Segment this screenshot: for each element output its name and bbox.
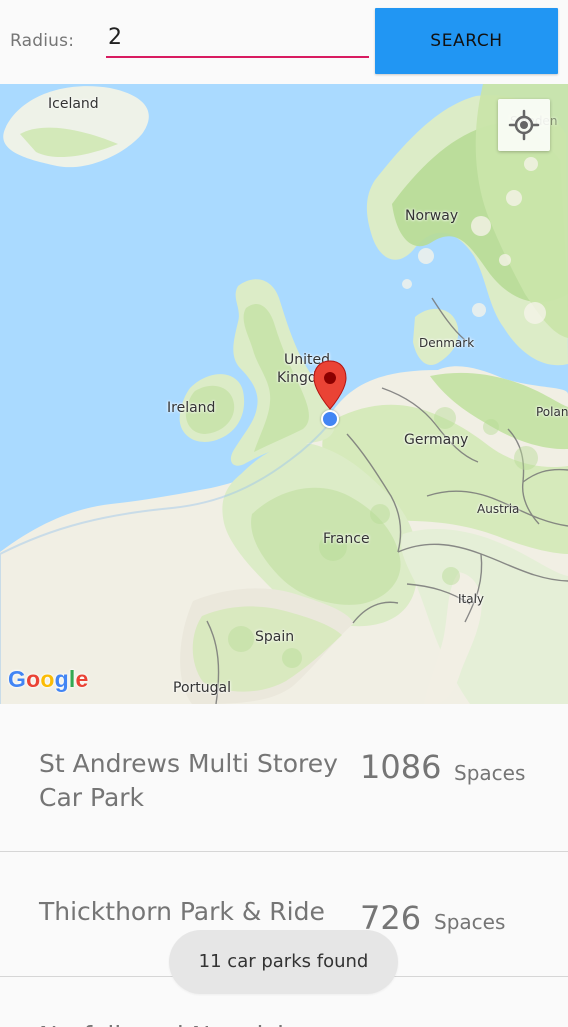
map-label-germany: Germany — [404, 432, 469, 448]
car-park-name: Thickthorn Park & Ride — [39, 897, 325, 926]
my-location-icon — [508, 109, 540, 141]
car-park-name: St Andrews Multi Storey Car Park — [39, 749, 338, 812]
radius-input[interactable] — [106, 18, 369, 58]
google-logo-letter-e: e — [75, 666, 89, 692]
car-park-space-count: 1086 — [360, 748, 442, 786]
search-bar: Radius: SEARCH — [0, 0, 568, 84]
map-tiles — [0, 84, 568, 704]
map-label-austria: Austria — [477, 502, 520, 516]
car-park-spaces-label: Spaces — [454, 761, 526, 785]
map-label-norway: Norway — [405, 208, 459, 224]
map-label-portugal: Portugal — [173, 680, 231, 696]
radius-label: Radius: — [10, 31, 75, 51]
current-location-dot — [321, 410, 339, 428]
google-logo-letter-o: o — [40, 666, 55, 692]
results-count-toast: 11 car parks found — [169, 930, 398, 994]
map-label-spain: Spain — [255, 629, 295, 645]
map-label-italy: Italy — [458, 592, 485, 606]
google-logo-letter-g: g — [54, 666, 69, 692]
google-logo: Google — [8, 666, 88, 693]
map-label-denmark: Denmark — [419, 336, 475, 350]
map-pin-icon[interactable] — [312, 359, 348, 411]
my-location-button[interactable] — [498, 99, 550, 151]
map-label-ireland: Ireland — [167, 400, 216, 416]
map-label-france: France — [323, 531, 370, 547]
car-park-name: Norfolk and Norwich — [39, 1019, 359, 1027]
car-park-list-item[interactable]: St Andrews Multi Storey Car Park 1086 Sp… — [0, 704, 568, 852]
google-logo-letter-g: G — [8, 666, 27, 692]
map-label-poland: Poland — [536, 405, 568, 419]
map-view[interactable]: Iceland Norway Denmark United Kingdom Ir… — [0, 84, 568, 704]
car-park-finder-screen: Radius: SEARCH — [0, 0, 568, 1027]
car-park-spaces-label: Spaces — [434, 910, 506, 934]
map-label-iceland: Iceland — [48, 96, 99, 112]
search-button[interactable]: SEARCH — [375, 8, 558, 74]
google-logo-letter-o: o — [26, 666, 41, 692]
